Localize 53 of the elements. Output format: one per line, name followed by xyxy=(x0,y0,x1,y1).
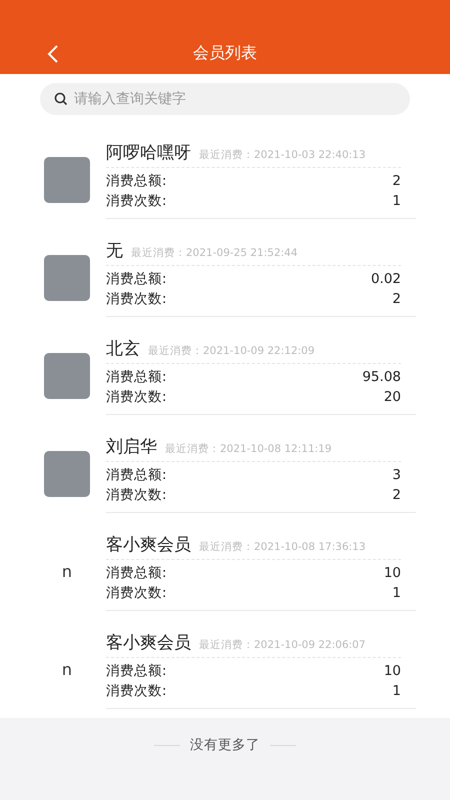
member-name: 阿啰哈嘿呀 xyxy=(106,142,191,164)
total-value: 3 xyxy=(392,466,401,482)
total-label: 消费总额: xyxy=(106,172,167,190)
count-label: 消费次数: xyxy=(106,486,167,504)
last-purchase-label: 最近消费： xyxy=(199,638,254,652)
last-purchase-label: 最近消费： xyxy=(199,148,254,162)
page-title: 会员列表 xyxy=(193,42,257,64)
search-field[interactable]: 请输入查询关键字 xyxy=(40,83,410,115)
count-label: 消费次数: xyxy=(106,290,167,308)
last-purchase-time: 2021-10-09 22:12:09 xyxy=(203,344,315,356)
count-value: 2 xyxy=(392,290,401,306)
member-name: 刘启华 xyxy=(106,436,157,458)
avatar-text: n xyxy=(60,562,74,581)
member-name: 客小爽会员 xyxy=(106,632,191,654)
total-label: 消费总额: xyxy=(106,466,167,484)
total-value: 10 xyxy=(384,662,401,678)
search-icon xyxy=(54,92,68,106)
total-label: 消费总额: xyxy=(106,270,167,288)
count-label: 消费次数: xyxy=(106,388,167,406)
count-label: 消费次数: xyxy=(106,682,167,700)
avatar-photo-placeholder xyxy=(44,254,90,300)
count-value: 1 xyxy=(392,192,401,208)
count-value: 1 xyxy=(392,584,401,600)
last-purchase-label: 最近消费： xyxy=(165,442,220,456)
avatar-photo-placeholder xyxy=(44,156,90,202)
total-label: 消费总额: xyxy=(106,368,167,386)
last-purchase-time: 2021-10-08 12:11:19 xyxy=(220,442,332,454)
last-purchase-label: 最近消费： xyxy=(148,344,203,358)
count-value: 20 xyxy=(384,388,401,404)
total-label: 消费总额: xyxy=(106,662,167,680)
last-purchase-time: 2021-10-03 22:40:13 xyxy=(254,148,366,160)
member-name: 无 xyxy=(106,240,123,262)
end-of-list-text: 没有更多了 xyxy=(190,736,260,754)
total-label: 消费总额: xyxy=(106,564,167,582)
total-value: 0.02 xyxy=(370,270,401,286)
last-purchase-label: 最近消费： xyxy=(199,540,254,554)
count-label: 消费次数: xyxy=(106,584,167,602)
back-icon[interactable] xyxy=(47,44,59,64)
avatar-photo-placeholder xyxy=(44,450,90,496)
last-purchase-time: 2021-10-08 17:36:13 xyxy=(254,540,366,552)
total-value: 95.08 xyxy=(362,368,401,384)
avatar-photo-placeholder xyxy=(44,352,90,398)
member-name: 北玄 xyxy=(106,338,140,360)
count-value: 2 xyxy=(392,486,401,502)
member-name: 客小爽会员 xyxy=(106,534,191,556)
count-label: 消费次数: xyxy=(106,192,167,210)
last-purchase-label: 最近消费： xyxy=(131,246,186,260)
total-value: 10 xyxy=(384,564,401,580)
count-value: 1 xyxy=(392,682,401,698)
avatar-text: n xyxy=(60,660,74,679)
total-value: 2 xyxy=(392,172,401,188)
last-purchase-time: 2021-09-25 21:52:44 xyxy=(186,246,298,258)
last-purchase-time: 2021-10-09 22:06:07 xyxy=(254,638,366,650)
